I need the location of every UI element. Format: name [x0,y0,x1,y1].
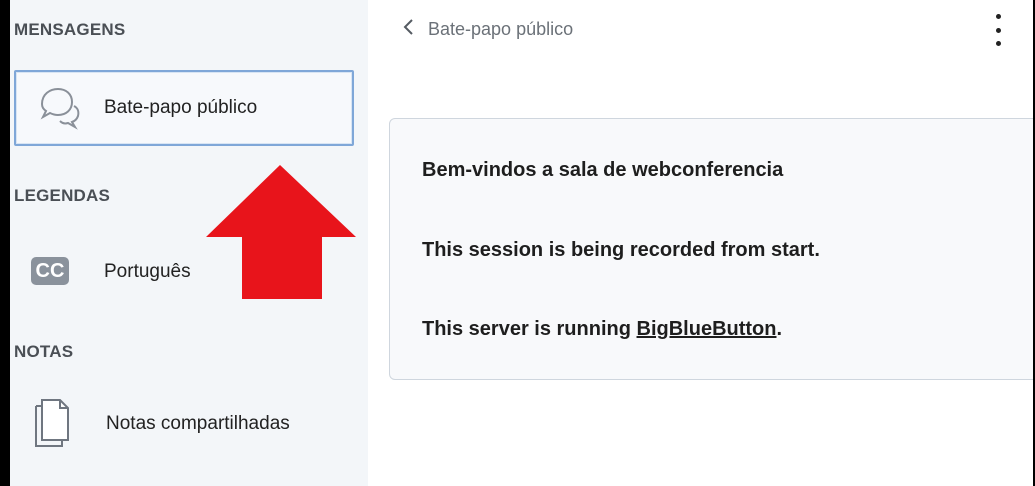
document-icon [32,396,72,448]
section-title-messages: MENSAGENS [14,20,126,39]
welcome-message: Bem-vindos a sala de webconferencia This… [389,118,1035,380]
more-vertical-icon[interactable] [988,14,1008,46]
sidebar-item-public-chat[interactable]: Bate-papo público [14,70,354,146]
arrow-up-icon [206,165,356,299]
closed-captions-icon: CC [30,256,70,286]
chat-header: Bate-papo público [368,0,1033,68]
sidebar-item-shared-notes[interactable]: Notas compartilhadas [14,386,354,462]
sidebar-item-label: Português [104,261,191,282]
chat-panel: Bate-papo público Bem-vindos a sala de w… [368,0,1035,486]
chat-title: Bate-papo público [428,19,574,39]
section-title-captions: LEGENDAS [14,186,111,205]
sidebar-item-label: Notas compartilhadas [106,413,290,434]
window-border-left [0,0,10,486]
section-title-notes: NOTAS [14,342,74,361]
app-window: MENSAGENS Bate-papo público LEGENDAS CC … [0,0,1035,486]
sidebar: MENSAGENS Bate-papo público LEGENDAS CC … [10,0,368,486]
chevron-left-icon [402,18,414,41]
welcome-line-3: This server is running BigBlueButton. [422,318,783,340]
chat-icon [36,86,82,130]
welcome-line-2: This session is being recorded from star… [422,239,820,261]
back-button[interactable]: Bate-papo público [402,18,573,41]
sidebar-item-label: Bate-papo público [104,97,258,118]
welcome-line-1: Bem-vindos a sala de webconferencia [422,159,784,181]
bigbluebutton-link[interactable]: BigBlueButton [637,318,777,340]
